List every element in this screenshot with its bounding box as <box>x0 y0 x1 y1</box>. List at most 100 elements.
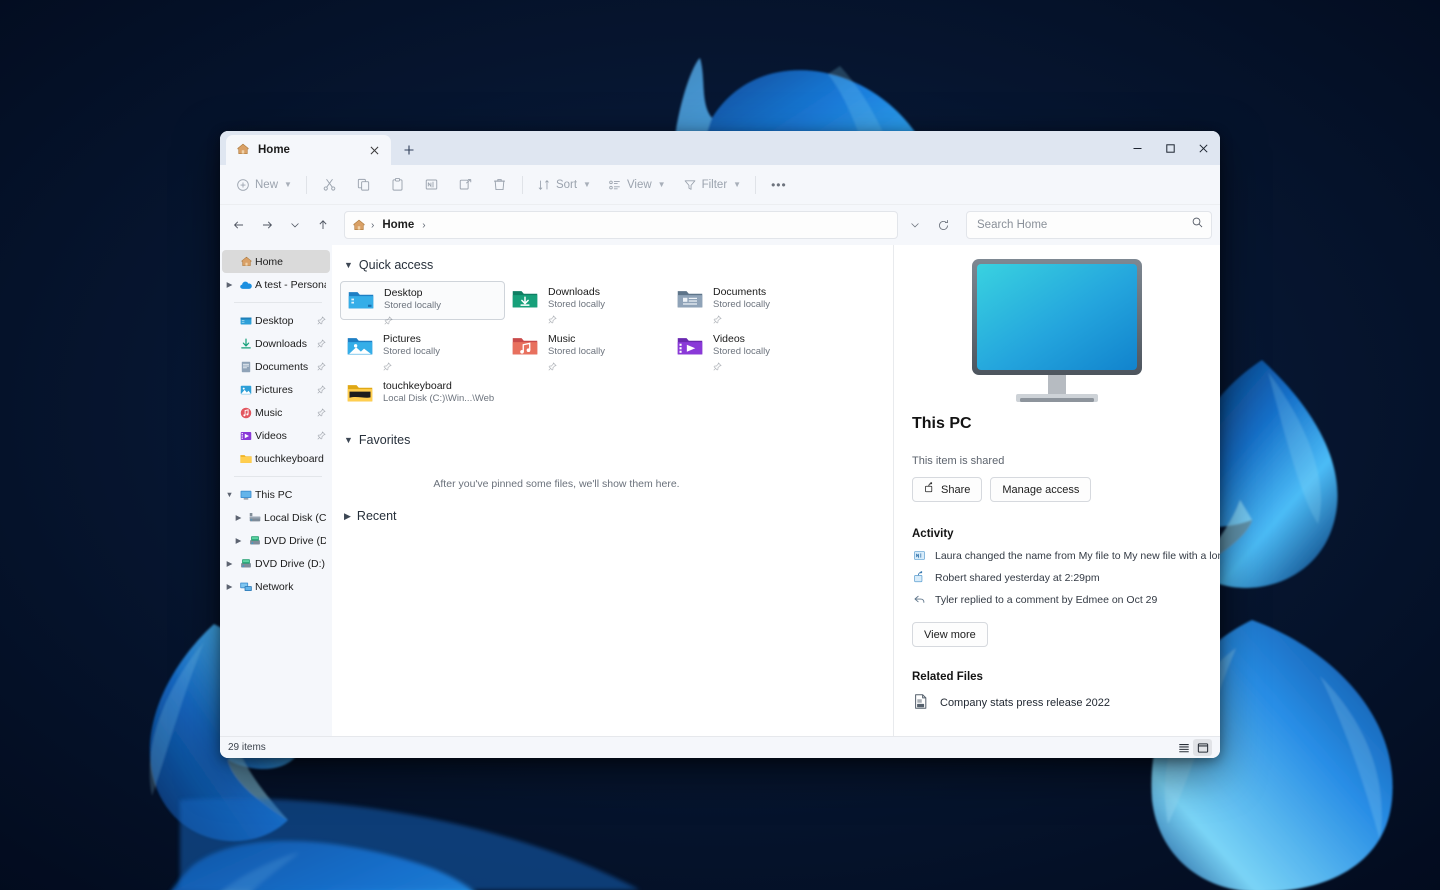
tab-home[interactable]: Home <box>226 135 391 165</box>
sidebar-item-videos[interactable]: Videos <box>222 424 330 447</box>
maximize-button[interactable] <box>1154 131 1187 165</box>
sidebar-item-label: Documents <box>255 360 309 373</box>
quick-access-item-videos[interactable]: Videos Stored locally <box>670 328 835 371</box>
filter-icon <box>684 179 695 190</box>
sidebar-item-home[interactable]: Home <box>222 250 330 273</box>
quick-access-item-touchkeyboard[interactable]: touchkeyboard Local Disk (C:)\Win...\Web <box>340 375 540 414</box>
tile-subtitle: Stored locally <box>548 299 606 310</box>
tile-name: Documents <box>713 286 767 298</box>
sidebar-item-music[interactable]: Music <box>222 401 330 424</box>
search-icon[interactable] <box>1191 216 1204 234</box>
pin-icon[interactable] <box>315 431 326 440</box>
refresh-button[interactable] <box>930 212 956 238</box>
forward-arrow-icon <box>262 221 273 229</box>
activity-title: Activity <box>912 528 954 540</box>
sidebar-item-touchkeyboard[interactable]: touchkeyboard <box>222 447 330 470</box>
tab-close-icon[interactable] <box>365 141 383 159</box>
sidebar-item-a-test-personal[interactable]: ▶ A test - Personal <box>222 273 330 296</box>
share-button[interactable] <box>449 170 482 199</box>
quick-access-header[interactable]: ▼ Quick access <box>340 255 893 275</box>
back-button[interactable] <box>226 212 252 238</box>
up-button[interactable] <box>310 212 336 238</box>
details-pane: This PC This item is shared Share Manage… <box>893 245 1220 736</box>
pin-icon <box>713 358 770 376</box>
sidebar-item-label: Home <box>255 255 284 268</box>
sidebar-item-label: Network <box>255 580 294 593</box>
minimize-button[interactable] <box>1121 131 1154 165</box>
cut-button[interactable] <box>313 170 346 199</box>
large-icons-view-icon[interactable] <box>1193 739 1212 756</box>
chevron-down-icon[interactable]: ▼ <box>222 490 237 499</box>
sidebar-item-dvd-drive-d-cc[interactable]: ▶ DVD Drive (D:) CC <box>222 529 330 552</box>
sidebar-item-pictures[interactable]: Pictures <box>222 378 330 401</box>
videos-folder-icon <box>676 332 704 360</box>
chevron-down-icon <box>911 223 919 228</box>
manage-access-button[interactable]: Manage access <box>990 477 1092 502</box>
chevron-right-icon[interactable]: ▶ <box>222 582 237 591</box>
pin-icon[interactable] <box>315 362 326 371</box>
related-file-item[interactable]: Company stats press release 2022 <box>912 693 1202 713</box>
activity-item[interactable]: Robert shared yesterday at 2:29pm <box>912 571 1202 584</box>
rename-button[interactable] <box>415 170 448 199</box>
pin-icon[interactable] <box>315 385 326 394</box>
chevron-right-icon[interactable]: ▶ <box>344 511 351 522</box>
recent-header[interactable]: ▶ Recent <box>340 506 893 526</box>
more-options-button[interactable]: ••• <box>762 170 796 199</box>
plus-circle-icon <box>237 178 249 191</box>
chevron-right-icon[interactable]: ▶ <box>222 559 237 568</box>
sidebar-item-network[interactable]: ▶ Network <box>222 575 330 598</box>
copy-button[interactable] <box>347 170 380 199</box>
paste-button[interactable] <box>381 170 414 199</box>
pin-icon[interactable] <box>315 408 326 417</box>
share-button[interactable]: Share <box>912 477 983 502</box>
breadcrumb-home[interactable]: Home <box>378 217 418 233</box>
chevron-down-icon[interactable]: ▼ <box>344 435 353 445</box>
tile-text: Music Stored locally <box>548 332 605 376</box>
activity-item[interactable]: Tyler replied to a comment by Edmee on O… <box>912 594 1202 606</box>
navigation-pane: Home ▶ A test - Personal Desktop Downloa… <box>220 245 332 736</box>
chevron-right-icon[interactable]: ▶ <box>222 280 237 289</box>
quick-access-item-downloads[interactable]: Downloads Stored locally <box>505 281 670 324</box>
recent-locations-button[interactable] <box>282 212 308 238</box>
new-tab-button[interactable] <box>395 136 423 164</box>
quick-access-item-music[interactable]: Music Stored locally <box>505 328 670 371</box>
chevron-down-icon: ▼ <box>657 180 666 189</box>
details-view-icon[interactable] <box>1174 739 1193 756</box>
pin-icon[interactable] <box>315 316 326 325</box>
chevron-down-icon[interactable]: ▼ <box>344 260 353 270</box>
breadcrumb-separator: › <box>371 219 375 231</box>
activity-item[interactable]: Laura changed the name from My file to M… <box>912 549 1220 562</box>
filter-button[interactable]: Filter ▼ <box>675 170 749 199</box>
pin-icon[interactable] <box>315 339 326 348</box>
sort-button[interactable]: Sort ▼ <box>529 170 599 199</box>
sidebar-item-dvd-drive-d-ccc[interactable]: ▶ DVD Drive (D:) CCC <box>222 552 330 575</box>
new-button[interactable]: New ▼ <box>228 170 300 199</box>
quick-access-item-documents[interactable]: Documents Stored locally <box>670 281 835 324</box>
sidebar-item-documents[interactable]: Documents <box>222 355 330 378</box>
sidebar-item-local-disk-c[interactable]: ▶ Local Disk (C:) <box>222 506 330 529</box>
favorites-header[interactable]: ▼ Favorites <box>340 430 893 450</box>
view-button[interactable]: View ▼ <box>600 170 674 199</box>
sidebar-item-downloads[interactable]: Downloads <box>222 332 330 355</box>
quick-access-item-desktop[interactable]: Desktop Stored locally <box>340 281 505 325</box>
forward-button[interactable] <box>254 212 280 238</box>
sidebar-item-desktop[interactable]: Desktop <box>222 309 330 332</box>
breadcrumb-separator[interactable]: › <box>421 220 426 231</box>
chevron-right-icon[interactable]: ▶ <box>231 536 246 545</box>
filter-button-label: Filter <box>701 178 728 191</box>
delete-button[interactable] <box>483 170 516 199</box>
address-dropdown-button[interactable] <box>902 212 928 238</box>
tile-name: Desktop <box>384 287 423 299</box>
tab-strip: Home <box>220 131 423 165</box>
view-more-button[interactable]: View more <box>912 622 988 647</box>
quick-access-item-pictures[interactable]: Pictures Stored locally <box>340 328 505 371</box>
breadcrumb-bar[interactable]: › Home › <box>344 211 898 239</box>
sidebar-item-this-pc[interactable]: ▼ This PC <box>222 483 330 506</box>
close-button[interactable] <box>1187 131 1220 165</box>
search-input[interactable] <box>977 219 1191 231</box>
search-box[interactable] <box>966 211 1212 239</box>
tile-subtitle: Stored locally <box>548 346 606 357</box>
rename-activity-icon <box>912 549 926 562</box>
chevron-down-icon: ▼ <box>583 180 591 189</box>
chevron-right-icon[interactable]: ▶ <box>231 513 246 522</box>
